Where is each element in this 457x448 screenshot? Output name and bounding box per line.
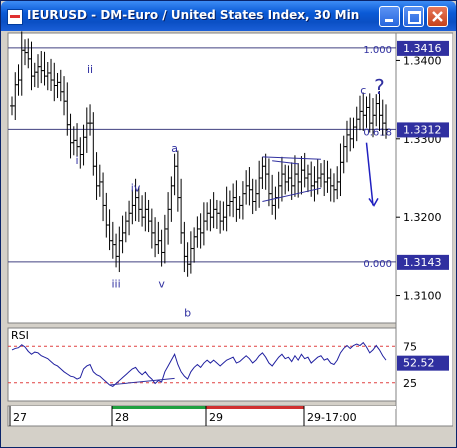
close-icon xyxy=(432,11,443,22)
price-tick-label: 1.3200 xyxy=(403,211,442,224)
session-bar-segment xyxy=(304,406,396,409)
session-bar-segment xyxy=(206,406,304,409)
price-tick-label: 1.3100 xyxy=(403,290,442,303)
price-tick-label: 1.3400 xyxy=(403,54,442,67)
rsi-current-value: 52.52 xyxy=(403,357,435,370)
wave-label: ? xyxy=(374,75,385,99)
wave-label: b xyxy=(184,307,191,320)
rsi-panel[interactable] xyxy=(7,327,397,402)
fib-ratio-label: 1.000 xyxy=(363,45,392,56)
window-title: IEURUSD - DM-Euro / United States Index,… xyxy=(27,8,360,22)
time-tick-label: 29-17:00 xyxy=(307,411,357,424)
fib-ratio-label: 0.000 xyxy=(363,259,392,270)
time-tick-label: 28 xyxy=(115,411,129,424)
fib-price-label: 1.3143 xyxy=(403,256,442,269)
chart-app-icon xyxy=(7,9,23,25)
rsi-tick-label: 75 xyxy=(403,340,417,353)
time-tick-label: 27 xyxy=(13,411,27,424)
wave-label: ii xyxy=(87,63,93,76)
chart-area[interactable]: 1.34001.33001.32001.31001.000 1.34160.618… xyxy=(4,31,453,445)
time-tick-label: 29 xyxy=(209,411,223,424)
rsi-label: RSI xyxy=(11,329,29,342)
wave-label: iii xyxy=(111,278,120,291)
fib-price-label: 1.3312 xyxy=(403,123,442,136)
wave-label: a xyxy=(171,142,178,155)
close-button[interactable] xyxy=(427,6,448,27)
session-bar-segment xyxy=(112,406,206,409)
price-panel[interactable] xyxy=(7,32,397,324)
minimize-icon xyxy=(385,19,393,22)
application-window: IEURUSD - DM-Euro / United States Index,… xyxy=(0,0,457,448)
wave-label: iv xyxy=(131,181,141,194)
title-bar[interactable]: IEURUSD - DM-Euro / United States Index,… xyxy=(1,1,456,31)
session-bar-segment xyxy=(9,406,112,409)
minimize-button[interactable] xyxy=(379,6,400,27)
wave-label: c xyxy=(360,84,366,97)
maximize-icon xyxy=(408,11,421,24)
maximize-button[interactable] xyxy=(403,6,424,27)
rsi-tick-label: 25 xyxy=(403,377,417,390)
fib-price-label: 1.3416 xyxy=(403,42,442,55)
wave-label: v xyxy=(158,278,165,291)
wave-label: i xyxy=(76,154,79,167)
